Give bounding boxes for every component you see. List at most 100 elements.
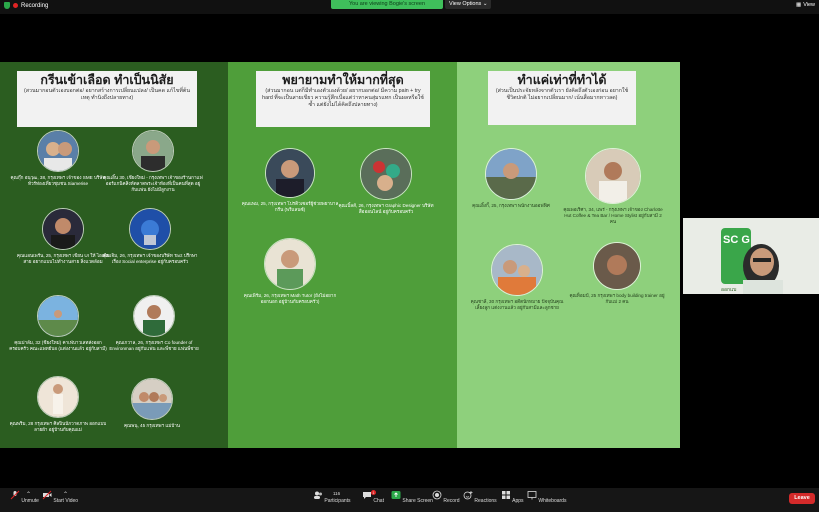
participants-count: 116 (333, 491, 341, 496)
persona-caption: คุณเกวาล, 26, กรุงเทพฯ Co founder of Env… (109, 340, 199, 351)
video-options-caret[interactable]: ⌃ (63, 491, 68, 498)
unmute-label: Unmute (21, 498, 39, 504)
video-badge-text: ออกแบ (721, 287, 736, 293)
persona-photo (593, 242, 641, 290)
column-try-hardest: พยายามทำให้มากที่สุด (ส่วนมากอน แต่ก็มีท… (228, 62, 457, 448)
persona-card: คุณปาล์ม, 32 (ชียงใหม่) คาเฟ่บาวเลทส่งออ… (8, 295, 108, 352)
column-title: พยายามทำให้มากที่สุด (282, 73, 404, 87)
persona-photo (585, 148, 641, 204)
persona-card: คุณเพิร์ม, 26, กรุงเทพฯ Math Tutor (ยังไ… (240, 238, 340, 305)
whiteboards-button[interactable]: Whiteboards (527, 490, 566, 504)
recording-label: Recording (21, 2, 49, 9)
persona-caption: คุณพริม, 28 กรุงเทพฯ ศิลปินนักวาดภาพ ออก… (9, 421, 107, 432)
persona-card: คุณเกวาล, 26, กรุงเทพฯ Co founder of Env… (104, 295, 204, 352)
security-shield-icon (4, 2, 10, 9)
persona-card: คุณเจิม, 26, กรุงเทพฯ เจ้าของบริษัท Tact… (100, 208, 200, 265)
participants-label: Participants (324, 498, 351, 504)
participant-video-tile[interactable]: SC G ออกแบ (683, 218, 819, 294)
persona-card: คุณแอนเพร์น, 25, กรุงเทพฯ เขียน UI ให้ ไ… (13, 208, 113, 265)
viewing-screen-banner: You are viewing Bogie's screen (331, 0, 443, 9)
start-video-button[interactable]: Start Video (42, 490, 78, 504)
smiley-plus-icon (463, 491, 473, 500)
persona-card: คุณกุ๊ก อนุวุฒ, 38, กรุงเทพฯ เจ้าของ SME… (8, 130, 108, 187)
column-title-box: กรีนเข้าเลือด ทำเป็นนิสัย (สวนมากอนตัวเอ… (17, 71, 197, 127)
persona-photo (491, 244, 543, 296)
persona-card: คุณพอเริศา, 34, แพร่ - กรุงเทพฯ เจ้าของ … (563, 148, 663, 225)
record-button[interactable]: Record (432, 490, 460, 504)
unmute-button[interactable]: Unmute (10, 490, 39, 504)
view-button[interactable]: ▦ View (796, 2, 815, 8)
persona-card: คุณเอิ้งกี้, 25, กรุงเทพฯ พนักงานออฟฟิศ (461, 148, 561, 209)
persona-card: คุณพริม, 28 กรุงเทพฯ ศิลปินนักวาดภาพ ออก… (8, 376, 108, 433)
persona-photo (264, 238, 316, 290)
column-habitual-green: กรีนเข้าเลือด ทำเป็นนิสัย (สวนมากอนตัวเอ… (0, 62, 228, 448)
persona-photo (360, 148, 412, 200)
view-options-label: View Options (449, 1, 482, 7)
persona-photo (485, 148, 537, 200)
share-screen-label: Share Screen (402, 498, 433, 504)
muted-microphone-icon (10, 490, 20, 500)
recording-dot-icon (13, 3, 18, 8)
share-screen-icon (391, 491, 401, 499)
persona-photo (131, 378, 173, 420)
persona-photo (37, 295, 79, 337)
view-options-button[interactable]: View Options ⌄ (445, 0, 492, 9)
persona-caption: คุณแพม, 25, กรุงเทพฯ โปรดิวเซอร์ผู้ช่วยพ… (241, 201, 339, 212)
persona-photo (132, 130, 174, 172)
record-label: Record (443, 498, 460, 504)
reactions-button[interactable]: Reactions (463, 490, 497, 504)
persona-photo (265, 148, 315, 198)
leave-button[interactable]: Leave (789, 493, 815, 504)
whiteboard-icon (527, 491, 537, 500)
column-subtitle: (สวนมากอนตัวเองบอกต่อ/ อยากสร้างการเปลี่… (24, 88, 190, 101)
chat-label: Chat (373, 498, 384, 504)
participants-icon (314, 491, 322, 499)
persona-card: คุณชาลี, 30 กรุงเทพฯ อดีตนักหมาย ปัจจุบั… (467, 244, 567, 311)
persona-caption: คุณเอิ้น 30, เชียงใหม่ - กรุงเทพฯ เจ้าขอ… (103, 175, 203, 192)
persona-photo (37, 376, 79, 418)
persona-caption: คุณเบิ้ลส์, 26, กรุงเทพฯ Graphic Designe… (338, 203, 434, 214)
chat-button[interactable]: Chat 1 (362, 490, 384, 504)
view-label: View (803, 2, 816, 8)
participant-video-feed: SC G ออกแบ (683, 218, 819, 294)
video-logo-text: SC G (723, 234, 750, 246)
persona-card: คุณพนุ, 45 กรุงเทพฯ แม่บ้าน (102, 378, 202, 429)
persona-caption: คุณเพิร์ม, 26, กรุงเทพฯ Math Tutor (ยังไ… (243, 293, 337, 304)
persona-photo (42, 208, 84, 250)
column-title: กรีนเข้าเลือด ทำเป็นนิสัย (40, 73, 174, 87)
column-title-box: พยายามทำให้มากที่สุด (ส่วนมากอน แต่ก็มีท… (256, 71, 430, 127)
apps-grid-icon (502, 491, 510, 499)
audio-options-caret[interactable]: ⌃ (26, 491, 31, 498)
persona-card: คุณท็อมป์, 25 กรุงเทพฯ body building tra… (567, 242, 667, 305)
persona-caption: คุณปาล์ม, 32 (ชียงใหม่) คาเฟ่บาวเลทส่งออ… (9, 340, 107, 351)
persona-caption: คุณเอิ้งกี้, 25, กรุงเทพฯ พนักงานออฟฟิศ (472, 203, 550, 208)
recording-indicator[interactable]: Recording (4, 2, 48, 9)
persona-card: คุณเอิ้น 30, เชียงใหม่ - กรุงเทพฯ เจ้าขอ… (103, 130, 203, 193)
column-subtitle: (ส่วนมากอน แต่ก็มีทำเองตัวเองด้วย/ อยากบ… (262, 88, 424, 108)
participants-button[interactable]: Participants 116 (313, 490, 351, 504)
chevron-up-icon: ⌃ (63, 492, 69, 498)
reactions-label: Reactions (474, 498, 497, 504)
chevron-up-icon: ⌃ (26, 492, 32, 498)
persona-photo (133, 295, 175, 337)
column-title: ทำแค่เท่าที่ทำได้ (517, 73, 607, 87)
persona-photo (37, 130, 79, 172)
chevron-down-icon: ⌄ (482, 1, 488, 7)
meeting-toolbar: Unmute ⌃ Start Video ⌃ Participants 116 … (0, 488, 819, 512)
persona-caption: คุณแอนเพร์น, 25, กรุงเทพฯ เขียน UI ให้ ไ… (16, 253, 110, 264)
persona-card: คุณเบิ้ลส์, 26, กรุงเทพฯ Graphic Designe… (336, 148, 436, 215)
column-do-what-possible: ทำแค่เท่าที่ทำได้ (ส่วนเป็นประจัยหลังจาก… (457, 62, 680, 448)
persona-caption: คุณท็อมป์, 25 กรุงเทพฯ body building tra… (569, 293, 665, 304)
apps-button[interactable]: Apps (501, 490, 524, 504)
persona-photo (129, 208, 171, 250)
persona-caption: คุณเจิม, 26, กรุงเทพฯ เจ้าของบริษัท Tact… (102, 253, 198, 264)
persona-card: คุณแพม, 25, กรุงเทพฯ โปรดิวเซอร์ผู้ช่วยพ… (240, 148, 340, 213)
shared-screen-slide: กรีนเข้าเลือด ทำเป็นนิสัย (สวนมากอนตัวเอ… (0, 62, 680, 448)
share-screen-button[interactable]: Share Screen (391, 490, 433, 504)
video-off-icon (42, 490, 52, 500)
whiteboards-label: Whiteboards (538, 498, 567, 504)
column-title-box: ทำแค่เท่าที่ทำได้ (ส่วนเป็นประจัยหลังจาก… (488, 71, 636, 125)
persona-caption: คุณกุ๊ก อนุวุฒ, 38, กรุงเทพฯ เจ้าของ SME… (10, 175, 106, 186)
persona-caption: คุณพอเริศา, 34, แพร่ - กรุงเทพฯ เจ้าของ … (563, 207, 663, 224)
persona-caption: คุณพนุ, 45 กรุงเทพฯ แม่บ้าน (123, 423, 181, 428)
